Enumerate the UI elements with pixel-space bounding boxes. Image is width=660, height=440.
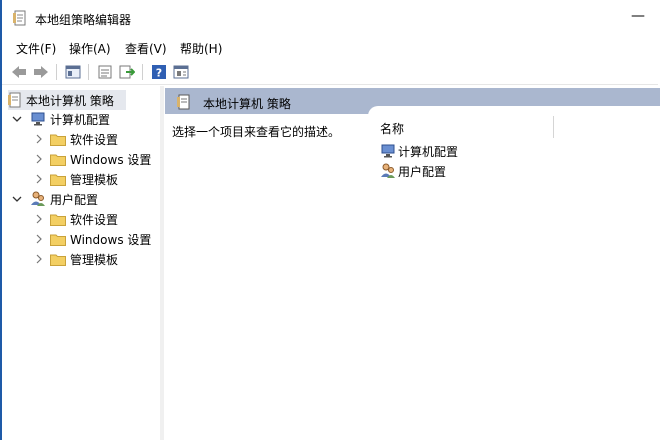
column-header-name[interactable]: 名称 bbox=[380, 120, 404, 137]
pane-splitter[interactable] bbox=[160, 86, 164, 440]
chevron-down-icon[interactable] bbox=[12, 114, 22, 124]
window-title: 本地组策略编辑器 bbox=[35, 13, 132, 27]
list-item-label: 计算机配置 bbox=[398, 144, 459, 159]
computer-icon bbox=[30, 112, 46, 126]
forward-arrow-icon[interactable] bbox=[33, 64, 49, 80]
menu-help[interactable]: 帮助(H) bbox=[180, 40, 222, 57]
menu-action[interactable]: 操作(A) bbox=[69, 40, 111, 57]
menu-view[interactable]: 查看(V) bbox=[125, 40, 167, 57]
tree-item-label: 软件设置 bbox=[70, 212, 119, 227]
details-pane: 本地计算机 策略 选择一个项目来查看它的描述。 名称 计算机配置 用户配置 bbox=[165, 86, 660, 440]
folder-icon bbox=[50, 133, 66, 146]
folder-icon bbox=[50, 253, 66, 266]
toolbar: ? bbox=[2, 60, 658, 85]
svg-text:?: ? bbox=[156, 67, 162, 80]
export-list-icon[interactable] bbox=[119, 64, 135, 80]
menu-bar: 文件(F) 操作(A) 查看(V) 帮助(H) bbox=[2, 36, 658, 58]
chevron-right-icon[interactable] bbox=[34, 254, 44, 264]
folder-icon bbox=[50, 213, 66, 226]
tree-item-root[interactable]: 本地计算机 策略 bbox=[8, 90, 126, 110]
tree-item-software-settings[interactable]: 软件设置 bbox=[34, 129, 118, 149]
tree-item-label: 管理模板 bbox=[70, 172, 119, 187]
list-item-label: 用户配置 bbox=[398, 164, 447, 179]
tree-item-label: 软件设置 bbox=[70, 132, 119, 147]
view-icon[interactable] bbox=[173, 64, 189, 80]
tree-item-windows-settings[interactable]: Windows 设置 bbox=[34, 229, 151, 249]
details-header-title: 本地计算机 策略 bbox=[203, 97, 291, 111]
list-item-computer-config[interactable]: 计算机配置 bbox=[380, 142, 458, 160]
chevron-down-icon[interactable] bbox=[12, 194, 22, 204]
chevron-right-icon[interactable] bbox=[34, 174, 44, 184]
tree-item-admin-templates[interactable]: 管理模板 bbox=[34, 249, 118, 269]
description-text: 选择一个项目来查看它的描述。 bbox=[172, 125, 341, 139]
title-bar: 本地组策略编辑器 — bbox=[2, 0, 658, 34]
tree-item-computer-config[interactable]: 计算机配置 bbox=[12, 109, 110, 129]
chevron-right-icon[interactable] bbox=[34, 154, 44, 164]
chevron-right-icon[interactable] bbox=[34, 134, 44, 144]
tree-item-software-settings[interactable]: 软件设置 bbox=[34, 209, 118, 229]
show-hide-tree-icon[interactable] bbox=[65, 64, 81, 80]
column-separator[interactable] bbox=[553, 116, 554, 138]
group-policy-editor-window: 本地组策略编辑器 — 文件(F) 操作(A) 查看(V) 帮助(H) ? 本地计… bbox=[0, 0, 660, 440]
help-icon[interactable]: ? bbox=[151, 64, 167, 80]
menu-file[interactable]: 文件(F) bbox=[16, 40, 56, 57]
folder-icon bbox=[50, 233, 66, 246]
tree-item-label: 用户配置 bbox=[50, 192, 99, 207]
minimize-button[interactable]: — bbox=[631, 8, 645, 24]
policy-document-icon bbox=[8, 92, 22, 108]
users-icon bbox=[30, 191, 46, 207]
toolbar-separator bbox=[88, 64, 89, 80]
back-arrow-icon[interactable] bbox=[11, 64, 27, 80]
properties-icon[interactable] bbox=[97, 64, 113, 80]
users-icon bbox=[380, 163, 396, 179]
tree-item-label: Windows 设置 bbox=[70, 152, 152, 167]
policy-document-icon bbox=[177, 94, 191, 110]
tree-item-user-config[interactable]: 用户配置 bbox=[12, 189, 98, 209]
tree-item-label: 计算机配置 bbox=[50, 112, 111, 127]
chevron-right-icon[interactable] bbox=[34, 214, 44, 224]
tree-item-windows-settings[interactable]: Windows 设置 bbox=[34, 149, 151, 169]
toolbar-separator bbox=[142, 64, 143, 80]
tree-item-admin-templates[interactable]: 管理模板 bbox=[34, 169, 118, 189]
policy-document-icon bbox=[13, 10, 27, 26]
tree-item-label: 本地计算机 策略 bbox=[26, 93, 114, 108]
list-item-user-config[interactable]: 用户配置 bbox=[380, 162, 446, 180]
tree-item-label: 管理模板 bbox=[70, 252, 119, 267]
tree-pane: 本地计算机 策略 计算机配置 软件设置 Windows 设置 管理模板 用户配置… bbox=[2, 86, 161, 440]
toolbar-separator bbox=[56, 64, 57, 80]
tree-item-label: Windows 设置 bbox=[70, 232, 152, 247]
chevron-right-icon[interactable] bbox=[34, 234, 44, 244]
folder-icon bbox=[50, 173, 66, 186]
folder-icon bbox=[50, 153, 66, 166]
computer-icon bbox=[380, 144, 396, 158]
